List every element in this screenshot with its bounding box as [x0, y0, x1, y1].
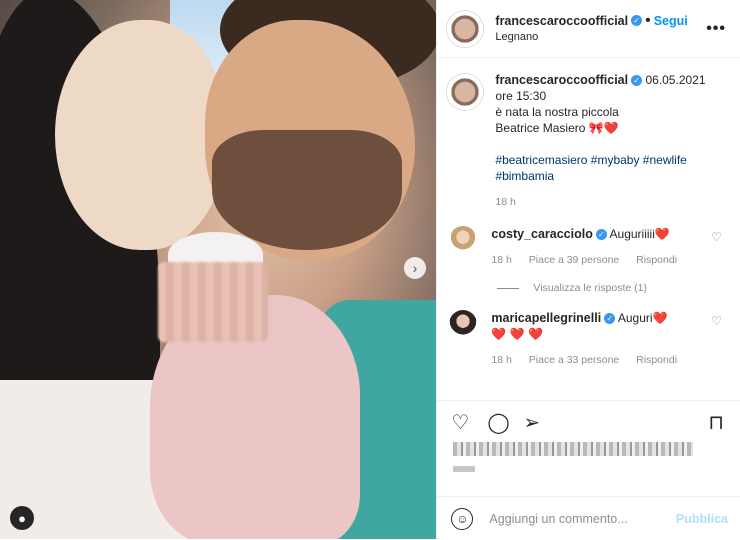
- more-options-icon[interactable]: •••: [706, 20, 726, 38]
- reply-button[interactable]: Rispondi: [636, 254, 677, 266]
- comment-input[interactable]: [487, 510, 672, 527]
- comment-age[interactable]: 18 h: [491, 354, 511, 366]
- view-replies-label[interactable]: Visualizza le risposte (1): [533, 282, 647, 294]
- post-header: francescaroccoofficial ✓ • Segui Legnano ••…: [437, 0, 740, 58]
- photo-baby-face-pixelated: [158, 262, 268, 342]
- caption-hashtag[interactable]: #bimbamia: [495, 169, 554, 183]
- verified-badge-icon: ✓: [604, 313, 616, 325]
- instagram-post: › ● francescaroccoofficial ✓ • Segui Legnan…: [0, 0, 740, 539]
- view-replies[interactable]: Visualizza le risposte (1): [497, 282, 740, 294]
- caption-hashtags[interactable]: #beatricemasiero #mybaby #newlife: [495, 153, 686, 167]
- reply-button[interactable]: Rispondi: [636, 354, 677, 366]
- likes-summary-blurred: [453, 442, 694, 456]
- comment-username[interactable]: maricapellegrinelli: [491, 311, 601, 325]
- replies-line: [497, 287, 520, 289]
- follow-button[interactable]: Segui: [654, 14, 688, 28]
- photo-woman-face: [55, 20, 225, 250]
- chevron-right-icon: ›: [412, 260, 418, 276]
- post-date-blurred: [453, 466, 476, 472]
- caption-age[interactable]: 18 h: [495, 196, 515, 208]
- comment-likes[interactable]: Piace a 33 persone: [529, 354, 619, 366]
- verified-badge-icon: ✓: [631, 14, 643, 26]
- like-comment-heart-icon[interactable]: ♡: [711, 314, 722, 328]
- comment-emoji: ❤️: [654, 227, 670, 241]
- publish-button[interactable]: Pubblica: [676, 512, 728, 526]
- caption-emoji: 🎀❤️: [588, 121, 619, 135]
- comment: maricapellegrinelli ✓ Auguri❤️ ❤️ ❤️ ❤️ 1…: [437, 310, 740, 368]
- add-comment-bar: ☺ Pubblica: [437, 496, 740, 540]
- author-avatar[interactable]: [447, 10, 484, 47]
- caption-time: ore 15:30: [495, 89, 547, 103]
- user-icon: ●: [18, 510, 26, 526]
- save-bookmark-icon[interactable]: ⊓: [708, 413, 724, 433]
- like-heart-icon[interactable]: ♡: [451, 413, 469, 433]
- comment-likes[interactable]: Piace a 39 persone: [529, 254, 619, 266]
- caption-line-2: Beatrice Masiero: [495, 121, 586, 135]
- caption-avatar[interactable]: [447, 74, 484, 110]
- author-username[interactable]: francescaroccoofficial: [495, 14, 628, 28]
- action-bar: ♡ ◯ ➢ ⊓: [437, 400, 740, 447]
- comment-bubble-icon[interactable]: ◯: [487, 413, 509, 433]
- verified-badge-icon: ✓: [595, 229, 607, 241]
- like-comment-heart-icon[interactable]: ♡: [711, 230, 722, 244]
- comment-emoji-line: ❤️ ❤️ ❤️: [491, 327, 543, 341]
- location-link[interactable]: Legnano: [495, 29, 687, 45]
- verified-badge-icon: ✓: [631, 75, 643, 87]
- separator-dot: •: [645, 11, 651, 29]
- carousel-next-button[interactable]: ›: [404, 257, 426, 279]
- share-send-icon[interactable]: ➢: [523, 413, 540, 433]
- comment-emoji: ❤️: [652, 311, 668, 325]
- comment: costy_caracciolo ✓ Augurіiiii❤️ 18 h Piac…: [437, 226, 740, 268]
- commenter-avatar[interactable]: [449, 310, 478, 338]
- emoji-picker-icon[interactable]: ☺: [451, 507, 474, 530]
- comments-section: francescaroccoofficial ✓ 06.05.2021 ore 1…: [437, 72, 740, 368]
- tagged-users-button[interactable]: ●: [10, 506, 34, 530]
- photo-man-beard: [212, 130, 402, 250]
- caption-line-1: è nata la nostra piccola: [495, 105, 619, 119]
- comment-text: Augurіiiii: [609, 227, 655, 241]
- post-side-panel: francescaroccoofficial ✓ • Segui Legnano ••…: [436, 0, 740, 539]
- caption: francescaroccoofficial ✓ 06.05.2021 ore 1…: [437, 72, 740, 210]
- comment-age[interactable]: 18 h: [491, 254, 511, 266]
- comment-username[interactable]: costy_caracciolo: [491, 227, 592, 241]
- commenter-avatar[interactable]: [449, 226, 478, 254]
- comment-text: Auguri: [617, 311, 653, 325]
- caption-date: 06.05.2021: [645, 73, 706, 87]
- caption-username[interactable]: francescaroccoofficial: [495, 73, 628, 87]
- post-photo[interactable]: › ●: [0, 0, 437, 539]
